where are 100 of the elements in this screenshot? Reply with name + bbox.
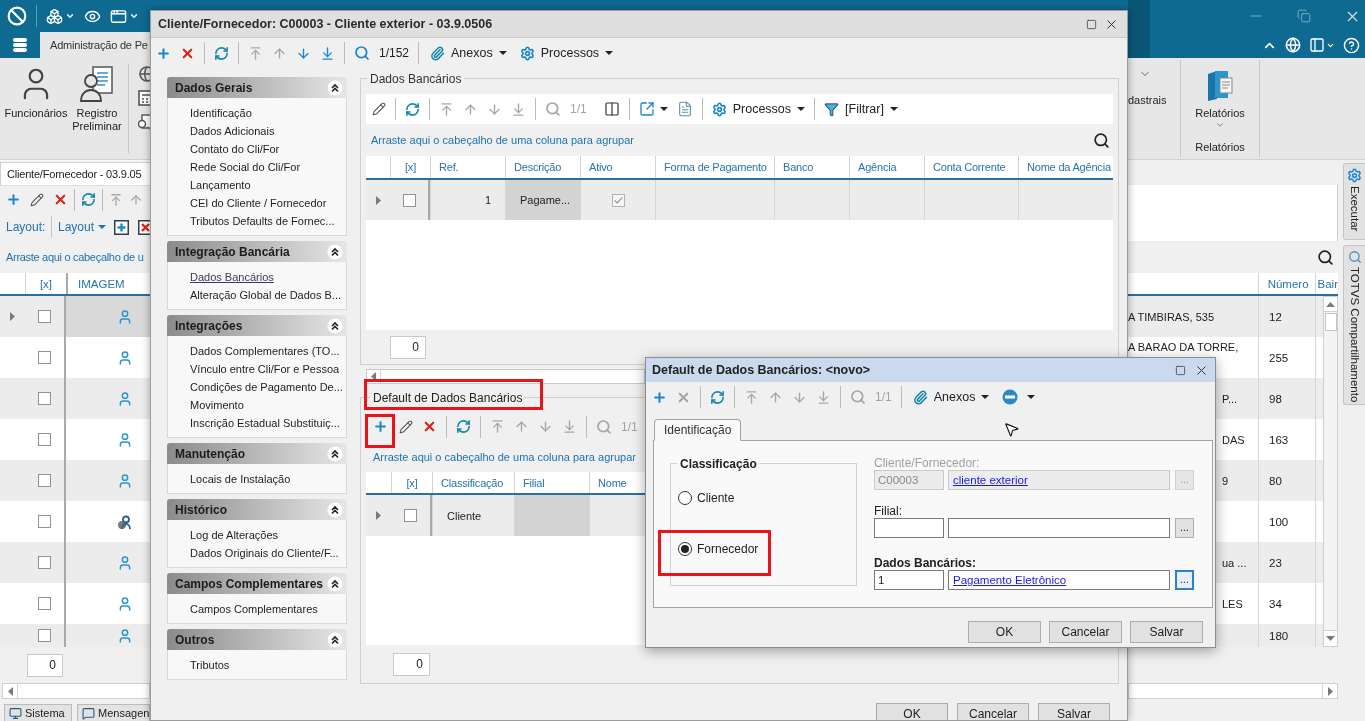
attachments-button[interactable]: Anexos (428, 45, 509, 61)
nav-link[interactable]: Tributos Defaults de Fornec... (190, 212, 335, 230)
nav-group-header[interactable]: Manutenção (167, 443, 347, 464)
input-field[interactable] (948, 518, 1170, 538)
caret-icon[interactable] (659, 107, 668, 111)
maximize-icon[interactable] (1175, 364, 1186, 376)
input-field[interactable]: Pagamento Eletrônico (948, 570, 1170, 590)
pencil-icon[interactable] (372, 102, 386, 116)
radio-button[interactable] (678, 491, 692, 505)
nav-link[interactable]: Tributos (190, 656, 230, 674)
column-header[interactable]: Descrição (505, 156, 580, 178)
layout-dropdown[interactable]: Layout (57, 220, 106, 234)
cubes-icon[interactable] (46, 7, 63, 25)
chevron-down-icon[interactable] (65, 11, 75, 21)
checkbox[interactable] (38, 474, 51, 487)
double-chevron-icon[interactable] (327, 501, 343, 518)
dialog-button[interactable]: Salvar (1038, 703, 1110, 720)
nav-link[interactable]: Condições de Pagamento De... (190, 378, 343, 396)
ribbon-button[interactable]: Funcionários (3, 58, 69, 159)
nav-link[interactable]: Dados Complementares (TO... (190, 342, 340, 360)
column-header[interactable]: Ativo (580, 156, 655, 178)
scroll-arrow-icon[interactable] (1327, 686, 1333, 696)
arrow-bottom-icon[interactable] (511, 101, 526, 117)
side-tab[interactable]: Executar (1343, 163, 1365, 240)
nav-link[interactable]: Identificação (190, 104, 252, 122)
nav-link[interactable]: Dados Bancários (190, 268, 274, 286)
count-field[interactable]: 0 (390, 335, 426, 359)
globe-icon[interactable] (138, 66, 150, 82)
nav-link[interactable]: Rede Social do Cli/For (190, 158, 301, 176)
arrow-down-icon[interactable] (296, 45, 311, 61)
window-icon[interactable] (110, 7, 127, 25)
plus-icon[interactable] (6, 192, 21, 207)
checkbox[interactable] (38, 515, 51, 528)
plus-icon[interactable] (652, 389, 667, 405)
ribbon-button[interactable]: Registro Preliminar (69, 58, 125, 159)
taskbar-button[interactable]: Mensagen (77, 704, 150, 721)
arrow-down-icon[interactable] (792, 389, 807, 405)
column-header[interactable]: Forma de Pagamento (655, 156, 774, 178)
column-header[interactable]: Número (1257, 273, 1315, 294)
search-icon[interactable] (1317, 248, 1334, 266)
ribbon-button[interactable]: Relatórios (1195, 58, 1245, 130)
nav-group-header[interactable]: Integração Bancária (167, 241, 347, 262)
x-box-icon[interactable] (138, 219, 150, 235)
scroll-arrow-icon[interactable] (7, 686, 13, 696)
scrollbar[interactable] (2, 683, 150, 699)
checkbox[interactable] (38, 392, 51, 405)
arrow-bottom-icon[interactable] (320, 45, 335, 61)
radio-label[interactable]: Fornecedor (697, 542, 759, 556)
side-tab[interactable]: TOTVS Compartilhamento (1343, 245, 1365, 405)
processes-button[interactable]: Processos (711, 101, 806, 117)
delete-icon[interactable] (53, 192, 68, 207)
column-header[interactable]: Bair (1314, 273, 1338, 294)
taskbar-button[interactable]: Sistema (4, 704, 72, 721)
double-chevron-icon[interactable] (327, 631, 343, 648)
maximize-icon[interactable] (1086, 18, 1097, 30)
arrow-bottom-icon[interactable] (816, 389, 831, 405)
nav-group-header[interactable]: Integrações (167, 315, 347, 336)
checkbox[interactable] (402, 193, 416, 207)
nav-group-header[interactable]: Histórico (167, 499, 347, 520)
caret-icon[interactable] (1027, 395, 1036, 399)
scroll-thumb[interactable] (1324, 313, 1337, 331)
scrollbar[interactable] (1323, 296, 1338, 647)
nav-link[interactable]: Inscrição Estadual Substituiç... (190, 414, 340, 432)
pencil-icon[interactable] (399, 419, 413, 434)
checkbox[interactable] (38, 597, 51, 610)
count-field[interactable]: 0 (393, 652, 430, 676)
chevron-down-icon[interactable] (129, 11, 139, 21)
checkbox[interactable] (38, 310, 51, 323)
refresh-icon[interactable] (81, 192, 96, 207)
link[interactable]: Pagamento Eletrônico (953, 573, 1067, 587)
double-chevron-icon[interactable] (327, 317, 343, 334)
scrollbar[interactable] (1128, 683, 1338, 699)
column-header[interactable]: Ref. (430, 156, 505, 178)
nav-link[interactable]: Dados Adicionais (190, 122, 275, 140)
radio-button[interactable] (678, 542, 692, 556)
search-icon[interactable] (1093, 131, 1110, 149)
arrow-top-icon[interactable] (248, 45, 263, 61)
processes-button[interactable]: Processos (517, 45, 616, 61)
arrow-top-icon[interactable] (439, 101, 454, 117)
nav-link[interactable]: Vínculo entre Cli/For e Pessoa (190, 360, 340, 378)
count-field[interactable]: 0 (27, 653, 63, 677)
column-header[interactable]: Agência (849, 156, 924, 178)
plus-icon[interactable] (373, 419, 388, 434)
ribbon-tab[interactable]: Administração de Pe (40, 32, 150, 58)
window-tab[interactable]: Cliente/Fornecedor - 03.9.05 (0, 162, 150, 185)
scroll-arrow-icon[interactable] (371, 372, 376, 381)
dialog-button[interactable]: OK (876, 703, 948, 720)
nav-link[interactable]: Log de Alterações (190, 526, 279, 544)
columns-icon[interactable] (603, 101, 620, 117)
dialog-button[interactable]: OK (968, 621, 1041, 643)
filter-button[interactable]: [Filtrar] (824, 101, 898, 117)
help-icon[interactable] (1343, 36, 1360, 54)
tab[interactable]: Identificação (654, 419, 742, 441)
ribbon-label[interactable]: dastrais (1128, 94, 1167, 107)
restore-icon[interactable] (1297, 9, 1311, 23)
arrow-down-icon[interactable] (487, 101, 502, 117)
lookup-button[interactable]: ... (1175, 570, 1194, 590)
nav-link[interactable]: Dados Originais do Cliente/F... (190, 544, 339, 562)
column-header[interactable]: Classificação (432, 472, 514, 493)
double-chevron-icon[interactable] (327, 79, 343, 96)
